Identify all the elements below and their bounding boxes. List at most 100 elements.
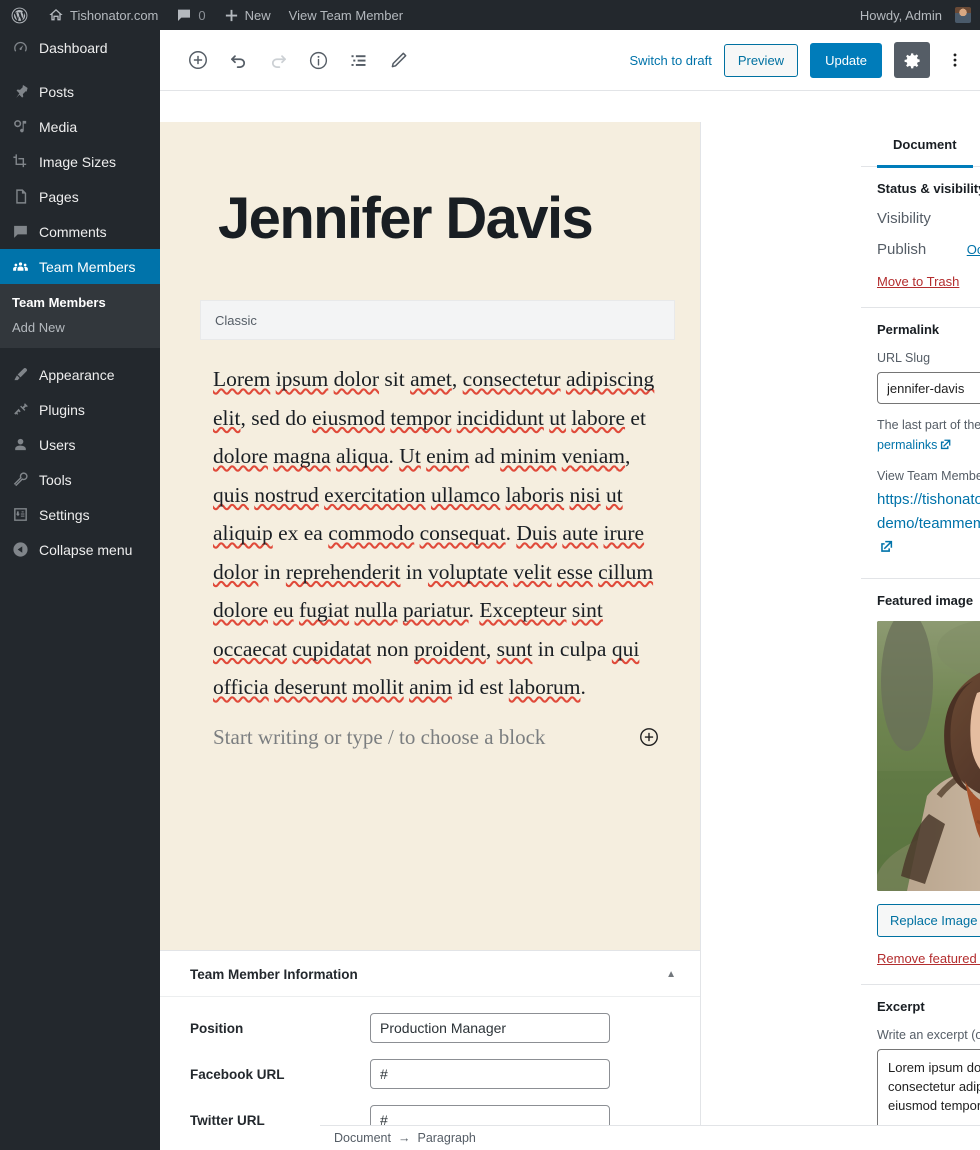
pencil-icon[interactable]: [380, 42, 416, 78]
add-block-icon[interactable]: [180, 42, 216, 78]
sidebar-item-appearance[interactable]: Appearance: [0, 357, 160, 392]
sidebar-item-label: Posts: [39, 83, 75, 100]
site-name-label: Tishonator.com: [70, 7, 159, 23]
team-members-submenu: Team Members Add New: [0, 284, 160, 348]
sidebar-item-settings[interactable]: Settings: [0, 497, 160, 532]
wordpress-logo-icon: [10, 6, 29, 25]
submenu-item-add-new[interactable]: Add New: [0, 315, 160, 340]
view-team-member-label: View Team Member: [288, 7, 404, 23]
info-icon[interactable]: [300, 42, 336, 78]
excerpt-title: Excerpt: [877, 999, 925, 1014]
settings-tabs: Document Block: [861, 122, 980, 168]
block-editor: Switch to draft Preview Update Jennifer …: [160, 30, 980, 1150]
settings-sidebar: Document Block Status & visibility: [700, 122, 980, 1150]
view-team-member-link[interactable]: View Team Member: [280, 0, 412, 30]
breadcrumb-block[interactable]: Paragraph: [417, 1131, 475, 1145]
sidebar-item-dashboard[interactable]: Dashboard: [0, 30, 160, 65]
field-row-position: Position: [160, 997, 700, 1043]
wrench-icon: [10, 471, 30, 488]
facebook-url-input[interactable]: [370, 1059, 610, 1089]
preview-button[interactable]: Preview: [723, 43, 799, 77]
classic-block[interactable]: Classic: [200, 300, 675, 340]
publish-label: Publish: [877, 241, 927, 258]
empty-block-row: Start writing or type / to choose a bloc…: [160, 707, 700, 750]
page-title[interactable]: Jennifer Davis: [160, 122, 700, 248]
comment-icon: [10, 223, 30, 240]
sidebar-item-label: Media: [39, 118, 78, 135]
sidebar-item-users[interactable]: Users: [0, 427, 160, 462]
sidebar-item-label: Tools: [39, 471, 72, 488]
account-menu[interactable]: Howdy, Admin: [851, 0, 980, 30]
position-input[interactable]: [370, 1013, 610, 1043]
new-content-menu[interactable]: New: [215, 0, 280, 30]
site-name-menu[interactable]: Tishonator.com: [39, 0, 167, 30]
url-slug-input[interactable]: [877, 372, 980, 404]
pin-icon: [10, 83, 30, 100]
pages-icon: [10, 188, 30, 205]
permalink-header[interactable]: Permalink: [877, 322, 980, 337]
undo-icon[interactable]: [220, 42, 256, 78]
featured-image-thumbnail[interactable]: [877, 621, 980, 891]
update-button[interactable]: Update: [810, 42, 882, 78]
helper-static-text: The last part of the URL.: [877, 418, 980, 432]
tab-document[interactable]: Document: [877, 122, 973, 168]
sidebar-item-label: Pages: [39, 188, 79, 205]
team-member-information-metabox: Team Member Information ▲ Position Faceb…: [160, 950, 700, 1150]
breadcrumb-document[interactable]: Document: [334, 1131, 391, 1145]
comment-bubble-icon: [176, 7, 192, 23]
list-view-icon[interactable]: [340, 42, 376, 78]
tab-block[interactable]: Block: [973, 122, 980, 167]
gear-icon[interactable]: [894, 42, 930, 78]
admin-sidebar: Dashboard Posts Media Image Sizes Pages …: [0, 30, 160, 1150]
position-label: Position: [190, 1020, 244, 1036]
permalink-section: Permalink URL Slug The last part of the …: [861, 308, 980, 579]
excerpt-textarea[interactable]: Lorem ipsum dolor sit amet, consectetur …: [877, 1049, 980, 1135]
featured-image-section: Featured image Replace Image Remove feat…: [861, 579, 980, 985]
sidebar-item-comments[interactable]: Comments: [0, 214, 160, 249]
sidebar-item-plugins[interactable]: Plugins: [0, 392, 160, 427]
post-body-paragraph[interactable]: Lorem ipsum dolor sit amet, consectetur …: [160, 340, 700, 707]
sidebar-item-media[interactable]: Media: [0, 109, 160, 144]
kebab-menu-icon[interactable]: [942, 42, 968, 78]
plus-icon: [224, 8, 239, 23]
move-to-trash-button[interactable]: Move to Trash: [877, 274, 980, 289]
editor-header-actions: Switch to draft Preview Update: [629, 42, 968, 78]
publish-date-button[interactable]: October 13, 2018 10:30 am: [967, 242, 980, 257]
sidebar-item-label: Image Sizes: [39, 153, 117, 170]
excerpt-header[interactable]: Excerpt: [877, 999, 980, 1014]
sidebar-item-team-members[interactable]: Team Members: [0, 249, 160, 284]
switch-to-draft-button[interactable]: Switch to draft: [629, 53, 711, 68]
status-visibility-header[interactable]: Status & visibility: [877, 181, 980, 196]
avatar: [955, 7, 971, 23]
sidebar-item-image-sizes[interactable]: Image Sizes: [0, 144, 160, 179]
featured-image-header[interactable]: Featured image: [877, 593, 980, 608]
media-icon: [10, 118, 30, 135]
triangle-up-icon[interactable]: ▲: [666, 969, 676, 980]
home-icon: [48, 7, 64, 23]
breadcrumb: Document → Paragraph: [320, 1125, 980, 1150]
sidebar-item-pages[interactable]: Pages: [0, 179, 160, 214]
sidebar-item-posts[interactable]: Posts: [0, 74, 160, 109]
sidebar-item-label: Users: [39, 436, 76, 453]
excerpt-field-label: Write an excerpt (optional): [877, 1028, 980, 1042]
publish-row: Publish October 13, 2018 10:30 am: [877, 241, 980, 258]
replace-image-button[interactable]: Replace Image: [877, 904, 980, 937]
metabox-header[interactable]: Team Member Information ▲: [160, 951, 700, 997]
redo-icon[interactable]: [260, 42, 296, 78]
block-placeholder-text[interactable]: Start writing or type / to choose a bloc…: [213, 725, 545, 750]
collapse-menu-label: Collapse menu: [39, 541, 133, 558]
submenu-item-team-members[interactable]: Team Members: [0, 290, 160, 315]
visibility-row: Visibility Public: [877, 210, 980, 227]
comments-menu[interactable]: 0: [167, 0, 214, 30]
external-link-icon: [879, 539, 894, 554]
sidebar-item-label: Appearance: [39, 366, 115, 383]
wordpress-logo-menu[interactable]: [0, 0, 39, 30]
sidebar-divider: [0, 348, 160, 357]
sidebar-item-tools[interactable]: Tools: [0, 462, 160, 497]
collapse-menu-button[interactable]: Collapse menu: [0, 532, 160, 567]
remove-featured-image-button[interactable]: Remove featured image: [877, 951, 980, 966]
add-block-icon[interactable]: [638, 726, 660, 748]
external-link-icon: [939, 438, 952, 451]
users-group-icon: [10, 258, 30, 275]
permalink-url-link[interactable]: https://tishonator.com/plugins-demo/team…: [877, 488, 980, 560]
